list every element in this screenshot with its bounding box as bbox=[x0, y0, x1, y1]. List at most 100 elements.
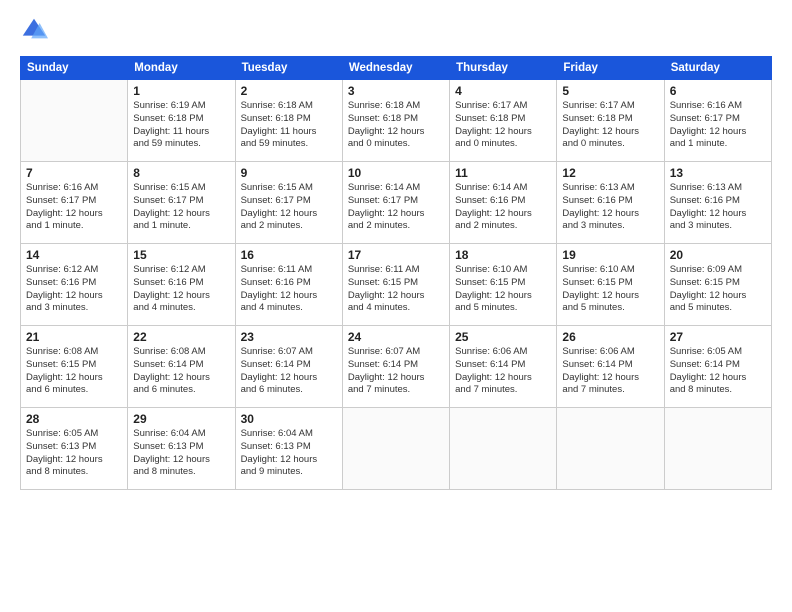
logo-icon bbox=[20, 16, 48, 44]
day-number: 21 bbox=[26, 330, 122, 344]
calendar-cell: 26 Sunrise: 6:06 AM Sunset: 6:14 PM Dayli… bbox=[557, 326, 664, 408]
day-number: 28 bbox=[26, 412, 122, 426]
calendar-cell: 28 Sunrise: 6:05 AM Sunset: 6:13 PM Dayli… bbox=[21, 408, 128, 490]
day-number: 24 bbox=[348, 330, 444, 344]
day-info: Sunrise: 6:16 AM Sunset: 6:17 PM Dayligh… bbox=[26, 182, 122, 233]
day-info: Sunrise: 6:13 AM Sunset: 6:16 PM Dayligh… bbox=[562, 182, 658, 233]
day-info: Sunrise: 6:16 AM Sunset: 6:17 PM Dayligh… bbox=[670, 100, 766, 151]
calendar: SundayMondayTuesdayWednesdayThursdayFrid… bbox=[20, 56, 772, 490]
calendar-week-row: 7 Sunrise: 6:16 AM Sunset: 6:17 PM Daylig… bbox=[21, 162, 772, 244]
calendar-cell: 29 Sunrise: 6:04 AM Sunset: 6:13 PM Dayli… bbox=[128, 408, 235, 490]
col-header-monday: Monday bbox=[128, 57, 235, 80]
day-number: 6 bbox=[670, 84, 766, 98]
header bbox=[20, 16, 772, 44]
day-info: Sunrise: 6:14 AM Sunset: 6:17 PM Dayligh… bbox=[348, 182, 444, 233]
day-number: 22 bbox=[133, 330, 229, 344]
day-number: 25 bbox=[455, 330, 551, 344]
day-info: Sunrise: 6:04 AM Sunset: 6:13 PM Dayligh… bbox=[241, 428, 337, 479]
calendar-cell: 9 Sunrise: 6:15 AM Sunset: 6:17 PM Daylig… bbox=[235, 162, 342, 244]
col-header-tuesday: Tuesday bbox=[235, 57, 342, 80]
logo bbox=[20, 16, 52, 44]
day-number: 3 bbox=[348, 84, 444, 98]
calendar-cell: 11 Sunrise: 6:14 AM Sunset: 6:16 PM Dayli… bbox=[450, 162, 557, 244]
calendar-cell: 10 Sunrise: 6:14 AM Sunset: 6:17 PM Dayli… bbox=[342, 162, 449, 244]
calendar-cell bbox=[342, 408, 449, 490]
day-number: 20 bbox=[670, 248, 766, 262]
calendar-cell: 7 Sunrise: 6:16 AM Sunset: 6:17 PM Daylig… bbox=[21, 162, 128, 244]
calendar-cell: 17 Sunrise: 6:11 AM Sunset: 6:15 PM Dayli… bbox=[342, 244, 449, 326]
day-info: Sunrise: 6:15 AM Sunset: 6:17 PM Dayligh… bbox=[133, 182, 229, 233]
day-info: Sunrise: 6:14 AM Sunset: 6:16 PM Dayligh… bbox=[455, 182, 551, 233]
day-number: 10 bbox=[348, 166, 444, 180]
day-info: Sunrise: 6:17 AM Sunset: 6:18 PM Dayligh… bbox=[455, 100, 551, 151]
calendar-cell: 5 Sunrise: 6:17 AM Sunset: 6:18 PM Daylig… bbox=[557, 80, 664, 162]
day-info: Sunrise: 6:06 AM Sunset: 6:14 PM Dayligh… bbox=[562, 346, 658, 397]
day-number: 30 bbox=[241, 412, 337, 426]
day-info: Sunrise: 6:18 AM Sunset: 6:18 PM Dayligh… bbox=[348, 100, 444, 151]
calendar-cell: 19 Sunrise: 6:10 AM Sunset: 6:15 PM Dayli… bbox=[557, 244, 664, 326]
day-info: Sunrise: 6:04 AM Sunset: 6:13 PM Dayligh… bbox=[133, 428, 229, 479]
calendar-cell: 27Sunrise: 6:05 AM Sunset: 6:14 PM Dayli… bbox=[664, 326, 771, 408]
day-info: Sunrise: 6:17 AM Sunset: 6:18 PM Dayligh… bbox=[562, 100, 658, 151]
calendar-cell bbox=[21, 80, 128, 162]
col-header-saturday: Saturday bbox=[664, 57, 771, 80]
day-number: 18 bbox=[455, 248, 551, 262]
day-info: Sunrise: 6:10 AM Sunset: 6:15 PM Dayligh… bbox=[455, 264, 551, 315]
day-number: 11 bbox=[455, 166, 551, 180]
calendar-cell: 4 Sunrise: 6:17 AM Sunset: 6:18 PM Daylig… bbox=[450, 80, 557, 162]
calendar-cell bbox=[664, 408, 771, 490]
calendar-cell: 24 Sunrise: 6:07 AM Sunset: 6:14 PM Dayli… bbox=[342, 326, 449, 408]
day-number: 26 bbox=[562, 330, 658, 344]
day-number: 17 bbox=[348, 248, 444, 262]
day-number: 1 bbox=[133, 84, 229, 98]
day-number: 19 bbox=[562, 248, 658, 262]
calendar-cell: 6 Sunrise: 6:16 AM Sunset: 6:17 PM Daylig… bbox=[664, 80, 771, 162]
day-number: 13 bbox=[670, 166, 766, 180]
calendar-cell: 20 Sunrise: 6:09 AM Sunset: 6:15 PM Dayli… bbox=[664, 244, 771, 326]
calendar-cell: 13Sunrise: 6:13 AM Sunset: 6:16 PM Dayli… bbox=[664, 162, 771, 244]
calendar-cell: 12Sunrise: 6:13 AM Sunset: 6:16 PM Dayli… bbox=[557, 162, 664, 244]
day-number: 16 bbox=[241, 248, 337, 262]
calendar-cell: 1 Sunrise: 6:19 AM Sunset: 6:18 PM Daylig… bbox=[128, 80, 235, 162]
col-header-sunday: Sunday bbox=[21, 57, 128, 80]
calendar-cell: 2 Sunrise: 6:18 AM Sunset: 6:18 PM Daylig… bbox=[235, 80, 342, 162]
day-number: 29 bbox=[133, 412, 229, 426]
day-info: Sunrise: 6:11 AM Sunset: 6:16 PM Dayligh… bbox=[241, 264, 337, 315]
calendar-cell: 16 Sunrise: 6:11 AM Sunset: 6:16 PM Dayli… bbox=[235, 244, 342, 326]
day-number: 15 bbox=[133, 248, 229, 262]
day-info: Sunrise: 6:07 AM Sunset: 6:14 PM Dayligh… bbox=[348, 346, 444, 397]
day-number: 2 bbox=[241, 84, 337, 98]
day-info: Sunrise: 6:19 AM Sunset: 6:18 PM Dayligh… bbox=[133, 100, 229, 151]
calendar-week-row: 28 Sunrise: 6:05 AM Sunset: 6:13 PM Dayli… bbox=[21, 408, 772, 490]
day-info: Sunrise: 6:06 AM Sunset: 6:14 PM Dayligh… bbox=[455, 346, 551, 397]
calendar-week-row: 21Sunrise: 6:08 AM Sunset: 6:15 PM Dayli… bbox=[21, 326, 772, 408]
calendar-cell: 15 Sunrise: 6:12 AM Sunset: 6:16 PM Dayli… bbox=[128, 244, 235, 326]
day-info: Sunrise: 6:12 AM Sunset: 6:16 PM Dayligh… bbox=[133, 264, 229, 315]
calendar-cell: 21Sunrise: 6:08 AM Sunset: 6:15 PM Dayli… bbox=[21, 326, 128, 408]
calendar-cell: 25 Sunrise: 6:06 AM Sunset: 6:14 PM Dayli… bbox=[450, 326, 557, 408]
day-info: Sunrise: 6:05 AM Sunset: 6:13 PM Dayligh… bbox=[26, 428, 122, 479]
calendar-cell: 23Sunrise: 6:07 AM Sunset: 6:14 PM Dayli… bbox=[235, 326, 342, 408]
day-number: 5 bbox=[562, 84, 658, 98]
day-number: 7 bbox=[26, 166, 122, 180]
col-header-wednesday: Wednesday bbox=[342, 57, 449, 80]
calendar-cell: 18 Sunrise: 6:10 AM Sunset: 6:15 PM Dayli… bbox=[450, 244, 557, 326]
day-number: 9 bbox=[241, 166, 337, 180]
day-number: 27 bbox=[670, 330, 766, 344]
calendar-cell: 8Sunrise: 6:15 AM Sunset: 6:17 PM Daylig… bbox=[128, 162, 235, 244]
day-info: Sunrise: 6:10 AM Sunset: 6:15 PM Dayligh… bbox=[562, 264, 658, 315]
day-info: Sunrise: 6:15 AM Sunset: 6:17 PM Dayligh… bbox=[241, 182, 337, 233]
calendar-header-row: SundayMondayTuesdayWednesdayThursdayFrid… bbox=[21, 57, 772, 80]
col-header-friday: Friday bbox=[557, 57, 664, 80]
day-info: Sunrise: 6:11 AM Sunset: 6:15 PM Dayligh… bbox=[348, 264, 444, 315]
day-info: Sunrise: 6:12 AM Sunset: 6:16 PM Dayligh… bbox=[26, 264, 122, 315]
calendar-cell: 22Sunrise: 6:08 AM Sunset: 6:14 PM Dayli… bbox=[128, 326, 235, 408]
calendar-week-row: 1 Sunrise: 6:19 AM Sunset: 6:18 PM Daylig… bbox=[21, 80, 772, 162]
calendar-cell bbox=[557, 408, 664, 490]
day-number: 4 bbox=[455, 84, 551, 98]
day-info: Sunrise: 6:18 AM Sunset: 6:18 PM Dayligh… bbox=[241, 100, 337, 151]
calendar-cell: 3 Sunrise: 6:18 AM Sunset: 6:18 PM Daylig… bbox=[342, 80, 449, 162]
calendar-cell: 14Sunrise: 6:12 AM Sunset: 6:16 PM Dayli… bbox=[21, 244, 128, 326]
day-info: Sunrise: 6:09 AM Sunset: 6:15 PM Dayligh… bbox=[670, 264, 766, 315]
calendar-cell: 30 Sunrise: 6:04 AM Sunset: 6:13 PM Dayli… bbox=[235, 408, 342, 490]
